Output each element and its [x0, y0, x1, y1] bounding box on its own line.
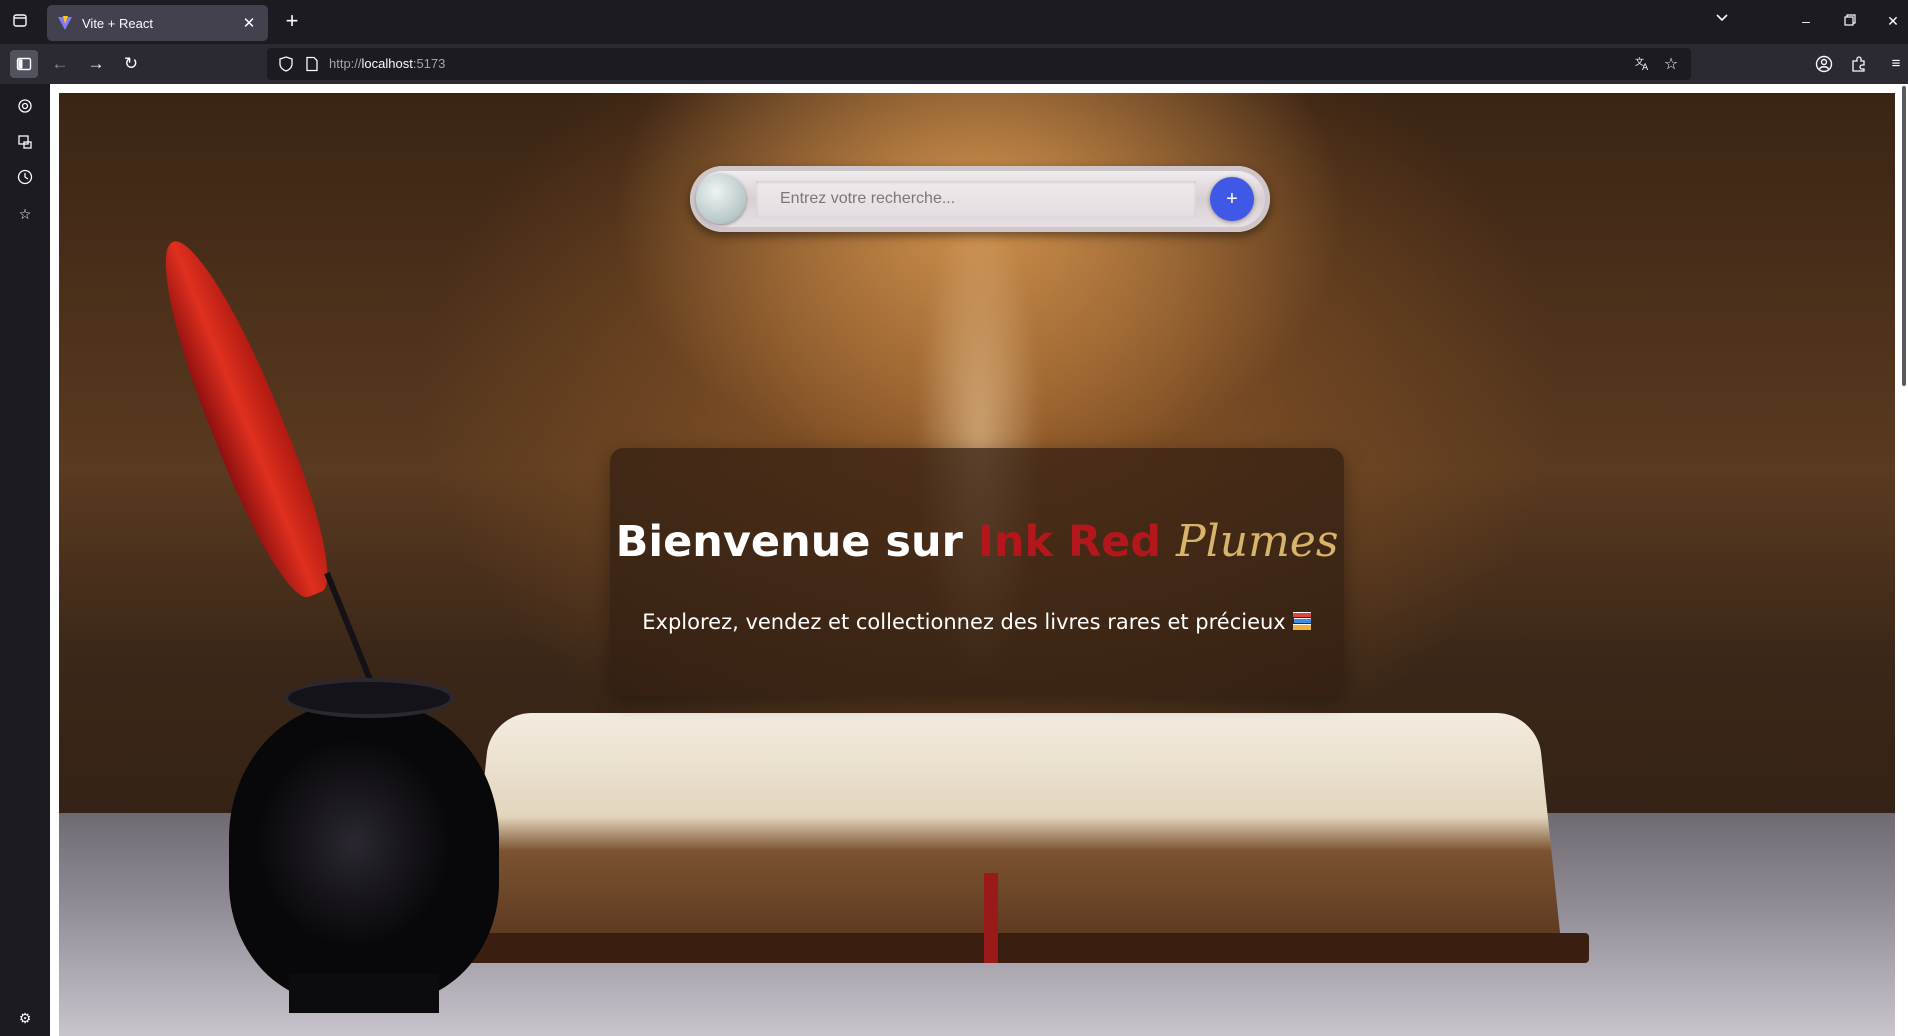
search-orb-icon[interactable] — [696, 174, 746, 224]
books-icon — [1292, 610, 1312, 632]
close-tab-icon[interactable]: ✕ — [240, 14, 258, 32]
quill-feather-image — [140, 228, 348, 608]
reload-icon[interactable]: ↻ — [119, 52, 143, 76]
minimize-icon[interactable]: – — [1796, 11, 1816, 31]
inkwell-neck — [284, 678, 454, 718]
synced-tabs-icon[interactable] — [15, 134, 35, 154]
welcome-card: Bienvenue sur Ink Red Plumes Explorez, v… — [610, 448, 1344, 696]
url-port: :5173 — [412, 56, 446, 71]
account-icon[interactable] — [1812, 52, 1836, 76]
book-cover — [439, 933, 1589, 963]
navigation-toolbar: ← → ↻ http://localhost:5173 文A ☆ ≡ — [0, 44, 1908, 84]
open-book-left-page — [466, 713, 1032, 943]
restore-icon[interactable] — [1840, 11, 1860, 31]
inkwell-base — [289, 973, 439, 1013]
bookmark-star-icon[interactable]: ☆ — [1662, 54, 1680, 73]
settings-icon[interactable]: ⚙ — [15, 1008, 35, 1028]
address-bar[interactable]: http://localhost:5173 文A ☆ — [267, 48, 1691, 80]
history-icon[interactable] — [15, 169, 35, 189]
browser-sidebar: ☆ ⚙ — [0, 84, 50, 1036]
extensions-icon[interactable] — [1847, 52, 1871, 76]
vite-logo-icon — [57, 15, 73, 31]
inkwell-image — [229, 703, 499, 1003]
brand-name: Ink Red — [977, 517, 1162, 567]
active-tab[interactable]: Vite + React ✕ — [47, 5, 268, 41]
forward-arrow-icon[interactable]: → — [84, 52, 108, 76]
hero-background: + Bienvenue sur Ink Red Plumes Explorez,… — [59, 93, 1895, 1036]
book-ribbon — [984, 873, 998, 963]
page-viewport: + Bienvenue sur Ink Red Plumes Explorez,… — [50, 84, 1908, 1036]
page-scrollbar[interactable] — [1900, 84, 1908, 1036]
chevron-down-icon[interactable] — [1712, 11, 1732, 31]
scrollbar-thumb[interactable] — [1902, 86, 1906, 386]
tab-title: Vite + React — [82, 15, 153, 31]
title-prefix: Bienvenue sur — [615, 517, 978, 567]
subtitle-text: Explorez, vendez et collectionnez des li… — [642, 610, 1286, 634]
search-input[interactable] — [756, 181, 1196, 217]
shield-icon[interactable] — [278, 56, 294, 72]
back-arrow-icon[interactable]: ← — [48, 52, 72, 76]
url-scheme: http:// — [329, 56, 362, 71]
brand-script: Plumes — [1176, 516, 1339, 567]
close-window-icon[interactable]: ✕ — [1883, 11, 1903, 31]
hamburger-menu-icon[interactable]: ≡ — [1884, 52, 1908, 76]
open-book-right-page — [976, 713, 1562, 943]
tab-bar: Vite + React ✕ + – ✕ — [0, 0, 1908, 44]
svg-text:A: A — [1642, 63, 1649, 71]
welcome-title: Bienvenue sur Ink Red Plumes — [610, 516, 1344, 567]
add-button[interactable]: + — [1210, 177, 1254, 221]
url-text[interactable]: http://localhost:5173 — [329, 56, 445, 71]
sidebar-toggle-icon[interactable] — [10, 50, 38, 78]
translate-icon[interactable]: 文A — [1634, 55, 1652, 73]
page-info-icon[interactable] — [304, 56, 320, 72]
search-bar: + — [690, 166, 1270, 232]
bookmarks-icon[interactable]: ☆ — [15, 204, 35, 224]
url-host: localhost — [361, 56, 413, 71]
new-tab-icon[interactable]: + — [280, 10, 304, 34]
tab-list-icon[interactable] — [10, 12, 30, 32]
ai-chatbot-icon[interactable] — [15, 98, 35, 118]
welcome-subtitle: Explorez, vendez et collectionnez des li… — [610, 610, 1344, 634]
